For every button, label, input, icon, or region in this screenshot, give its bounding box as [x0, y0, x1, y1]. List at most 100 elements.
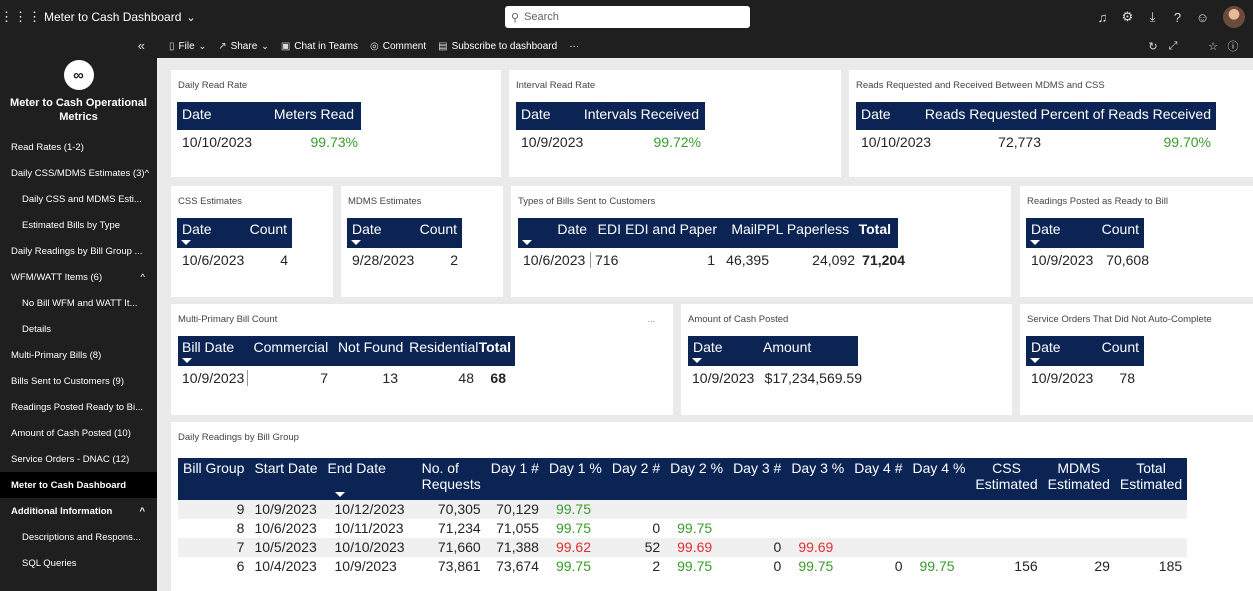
sidebar-item-estimated-bills[interactable]: Estimated Bills by Type — [0, 212, 157, 238]
info-icon[interactable]: ⓘ — [1223, 38, 1243, 54]
fullscreen-icon[interactable]: ⤢ — [1163, 40, 1183, 53]
column-header[interactable]: Total Estimated — [1114, 458, 1188, 500]
column-header-edi[interactable]: EDI — [587, 221, 621, 237]
table-row[interactable]: 7 10/5/2023 10/10/2023 71,660 71,388 99.62 52 9… — [178, 538, 1188, 557]
collapse-sidebar-icon[interactable]: « — [0, 34, 157, 58]
sidebar-item-daily-readings[interactable]: Daily Readings by Bill Group ... — [0, 238, 157, 264]
column-header-amount[interactable]: Amount — [763, 339, 823, 355]
sidebar-item-details[interactable]: Details — [0, 316, 157, 342]
column-header[interactable]: End Date — [322, 458, 410, 500]
sidebar-item-descriptions[interactable]: Descriptions and Respons... — [0, 524, 157, 550]
column-header-total[interactable]: Total — [843, 221, 891, 237]
sort-down-icon[interactable] — [692, 358, 702, 363]
refresh-icon[interactable]: ↻ — [1143, 40, 1163, 53]
table-row[interactable]: 9 10/9/2023 10/12/2023 70,305 70,129 99.75 — [178, 500, 1188, 519]
column-header[interactable]: MDMS Estimated — [1042, 458, 1115, 500]
more-options-icon[interactable]: ... — [647, 314, 655, 324]
sort-down-icon[interactable] — [1030, 240, 1040, 245]
sort-down-icon[interactable] — [1030, 358, 1040, 363]
column-header-date[interactable]: Date — [521, 106, 581, 122]
column-header-count[interactable]: Count — [1081, 339, 1139, 355]
column-header[interactable]: Day 2 % — [665, 458, 729, 500]
more-options-button[interactable]: ··· — [569, 41, 579, 52]
column-header-count[interactable]: Count — [232, 221, 287, 237]
column-header-count[interactable]: Count — [402, 221, 457, 237]
column-header-date[interactable]: Date — [182, 221, 232, 237]
bell-icon[interactable]: ♫ — [1090, 10, 1115, 25]
column-header-date[interactable]: Date — [523, 221, 587, 237]
subscribe-button[interactable]: ▤ Subscribe to dashboard — [438, 41, 557, 52]
sort-down-icon[interactable] — [522, 240, 532, 245]
column-header-residential[interactable]: Residential — [403, 339, 478, 355]
column-header-date[interactable]: Date — [1031, 221, 1081, 237]
column-header[interactable]: Day 1 # — [485, 458, 544, 500]
column-header-date[interactable]: Date — [693, 339, 763, 355]
search-input[interactable]: ⚲ Search — [505, 6, 750, 28]
column-header[interactable]: Day 1 % — [543, 458, 607, 500]
file-menu[interactable]: ▯ File ⌄ — [169, 41, 206, 52]
sidebar-item-meter-to-cash[interactable]: Meter to Cash Dashboard — [0, 472, 157, 498]
reads-requested-card[interactable]: Reads Requested and Received Between MDM… — [849, 70, 1253, 177]
bill-types-card[interactable]: Types of Bills Sent to Customers Date ED… — [511, 186, 1011, 297]
download-icon[interactable]: ⤓ — [1140, 9, 1165, 25]
column-header[interactable]: CSS Estimated — [970, 458, 1043, 500]
sidebar-item-bills-sent[interactable]: Bills Sent to Customers (9) — [0, 368, 157, 394]
column-header-date[interactable]: Date — [861, 106, 921, 122]
chevron-down-icon[interactable]: ⌄ — [186, 11, 195, 24]
css-estimates-card[interactable]: CSS Estimates Date Count 10/6/2023 4 — [171, 186, 333, 297]
report-title[interactable]: Meter to Cash Dashboard — [44, 10, 181, 24]
sidebar-item-read-rates[interactable]: Read Rates (1-2) — [0, 134, 157, 160]
ready-to-bill-card[interactable]: Readings Posted as Ready to Bill Date Co… — [1020, 186, 1253, 297]
service-orders-card[interactable]: Service Orders That Did Not Auto-Complet… — [1020, 304, 1253, 415]
sidebar-item-sql-queries[interactable]: SQL Queries — [0, 550, 157, 576]
column-header-total[interactable]: Total — [478, 339, 511, 355]
column-header-mail[interactable]: Mail — [717, 221, 757, 237]
column-header-count[interactable]: Count — [1081, 221, 1139, 237]
sidebar-item-daily-css-mdms[interactable]: Daily CSS and MDMS Esti... — [0, 186, 157, 212]
column-header-intervals-received[interactable]: Intervals Received — [581, 106, 699, 122]
sort-down-icon[interactable] — [182, 358, 192, 363]
chat-in-teams-button[interactable]: ▣ Chat in Teams — [281, 41, 358, 52]
table-row[interactable]: 8 10/6/2023 10/11/2023 71,234 71,055 99.75 0 99… — [178, 519, 1187, 538]
comment-button[interactable]: ◎ Comment — [370, 41, 426, 52]
daily-readings-card[interactable]: Daily Readings by Bill Group Bill Group … — [171, 422, 1253, 591]
column-header-date[interactable]: Date — [182, 106, 254, 122]
column-header-edi-paper[interactable]: EDI and Paper — [621, 221, 717, 237]
sidebar-item-cash-posted[interactable]: Amount of Cash Posted (10) — [0, 420, 157, 446]
sidebar-item-service-orders[interactable]: Service Orders - DNAC (12) — [0, 446, 157, 472]
sidebar-item-multi-primary[interactable]: Multi-Primary Bills (8) — [0, 342, 157, 368]
sidebar-item-additional-info[interactable]: Additional Information ^ — [0, 498, 157, 524]
feedback-icon[interactable]: ☺ — [1190, 10, 1215, 25]
column-header-meters-read[interactable]: Meters Read — [254, 106, 354, 122]
sort-down-icon[interactable] — [334, 492, 345, 497]
column-header-date[interactable]: Date — [1031, 339, 1081, 355]
column-header[interactable]: Start Date — [249, 458, 323, 500]
sort-down-icon[interactable] — [181, 240, 191, 245]
sidebar-item-readings-posted[interactable]: Readings Posted Ready to Bi... — [0, 394, 157, 420]
column-header[interactable]: No. of Requests — [409, 458, 486, 500]
column-header[interactable]: Day 3 % — [786, 458, 850, 500]
share-menu[interactable]: ↗ Share ⌄ — [218, 41, 269, 52]
avatar[interactable] — [1223, 6, 1245, 28]
gear-icon[interactable]: ⚙ — [1115, 9, 1140, 25]
favorite-icon[interactable]: ☆ — [1203, 40, 1223, 53]
column-header[interactable]: Day 4 % — [907, 458, 971, 500]
column-header[interactable]: Bill Group — [178, 458, 250, 500]
column-header-paperless[interactable]: PPL Paperless — [757, 221, 849, 237]
interval-read-rate-card[interactable]: Interval Read Rate Date Intervals Receiv… — [509, 70, 841, 177]
column-header-reads-requested[interactable]: Reads Requested — [921, 106, 1037, 122]
help-icon[interactable]: ? — [1165, 10, 1190, 25]
column-header[interactable]: Day 4 # — [849, 458, 908, 500]
column-header-date[interactable]: Date — [352, 221, 402, 237]
column-header-bill-date[interactable]: Bill Date — [182, 339, 247, 355]
column-header[interactable]: Day 3 # — [728, 458, 787, 500]
column-header[interactable]: Day 2 # — [606, 458, 666, 500]
app-launcher-icon[interactable]: ⋮⋮⋮ — [0, 9, 41, 25]
table-row[interactable]: 6 10/4/2023 10/9/2023 73,861 73,674 99.75 2 99.… — [178, 557, 1187, 576]
cash-posted-card[interactable]: Amount of Cash Posted Date Amount 10/9/2… — [681, 304, 1012, 415]
daily-read-rate-card[interactable]: Daily Read Rate Date Meters Read 10/10/2… — [171, 70, 501, 177]
sort-down-icon[interactable] — [351, 240, 361, 245]
sidebar-item-no-bill-wfm[interactable]: No Bill WFM and WATT It... — [0, 290, 157, 316]
multi-primary-card[interactable]: Multi-Primary Bill Count ... Bill Date C… — [171, 304, 673, 415]
sidebar-item-wfm-watt[interactable]: WFM/WATT Items (6) ^ — [0, 264, 157, 290]
